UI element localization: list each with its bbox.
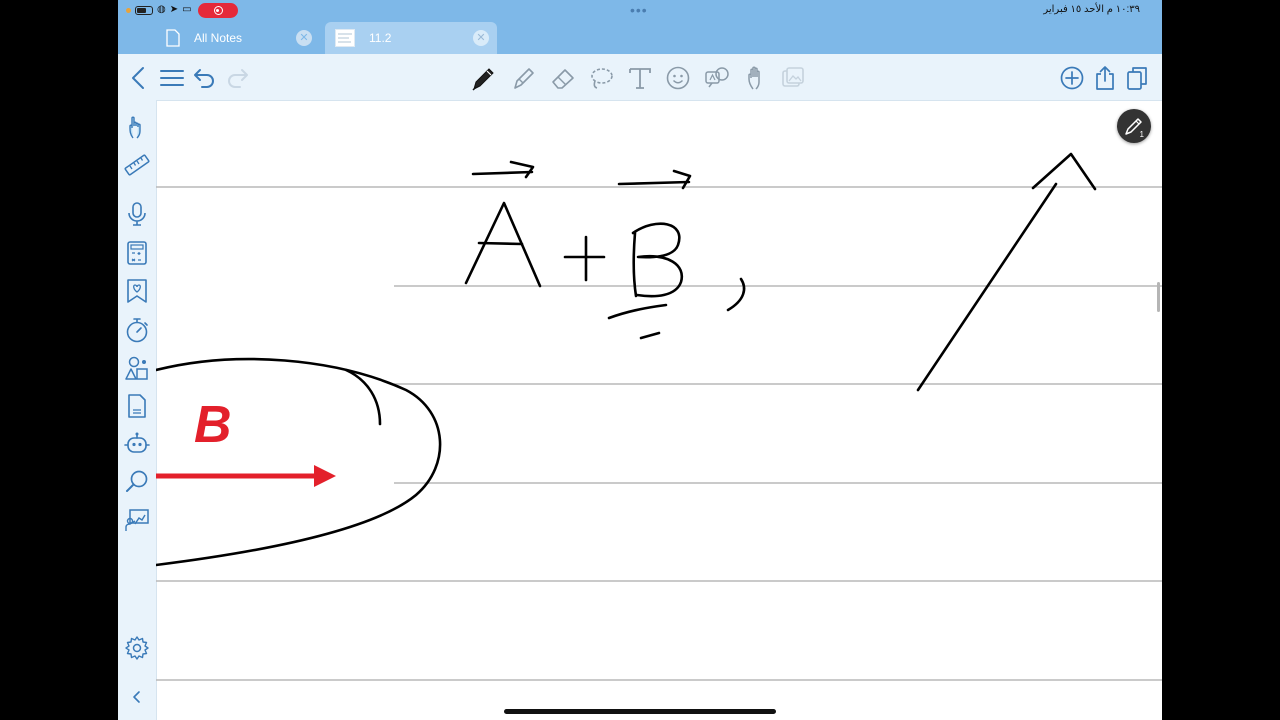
tab-all-notes[interactable]: All Notes ✕ [158, 22, 320, 54]
lasso-icon[interactable] [588, 65, 614, 91]
pen-badge-count: 1 [1139, 130, 1144, 139]
toolbar [118, 54, 1162, 101]
record-icon [213, 6, 223, 15]
pointer-hand-icon[interactable] [124, 114, 150, 140]
document-icon[interactable] [124, 393, 150, 419]
settings-icon[interactable] [124, 635, 150, 661]
stroke-a-arrow [471, 170, 534, 176]
red-letter-b: B [194, 396, 232, 454]
status-indicators: ◍ ➤ ▭ [126, 3, 192, 17]
tab-notebook[interactable]: 11.2 ✕ [325, 22, 497, 54]
close-icon[interactable]: ✕ [296, 30, 312, 46]
pages-icon[interactable] [1124, 65, 1150, 91]
highlighter-icon[interactable] [510, 65, 536, 91]
scrollbar[interactable] [1157, 282, 1160, 312]
tab-label: All Notes [194, 31, 243, 45]
search-icon[interactable] [124, 469, 150, 495]
calculator-icon[interactable] [124, 240, 150, 266]
stroke-underline-2 [639, 331, 661, 340]
presentation-icon[interactable] [124, 507, 150, 533]
document-icon [166, 29, 180, 47]
status-dot [126, 7, 131, 13]
stroke-underline [607, 303, 668, 320]
image-icon[interactable] [780, 65, 806, 91]
top-bar: ◍ ➤ ▭ ••• ١٠:٣٩ م الأحد ١٥ فبراير All No… [118, 0, 1162, 54]
redo-icon[interactable] [224, 65, 250, 91]
undo-icon[interactable] [192, 65, 218, 91]
tab-label: 11.2 [369, 31, 392, 45]
wifi-icon: ◍ [157, 4, 166, 15]
translate-icon[interactable] [704, 65, 730, 91]
app-screen: ◍ ➤ ▭ ••• ١٠:٣٩ م الأحد ١٥ فبراير All No… [118, 0, 1162, 720]
multitasking-dots[interactable]: ••• [630, 3, 648, 17]
stroke-big-arrow [916, 182, 1058, 392]
bookmark-icon[interactable] [124, 278, 150, 304]
collapse-icon[interactable] [124, 684, 150, 710]
stroke-comma [726, 277, 746, 312]
sticker-icon[interactable] [665, 65, 691, 91]
pen-tool-badge[interactable]: 1 [1117, 109, 1151, 143]
ruled-lines [156, 186, 1162, 681]
back-icon[interactable] [126, 65, 152, 91]
status-clock: ١٠:٣٩ م الأحد ١٥ فبراير [1043, 4, 1140, 15]
ruler-icon[interactable] [124, 152, 150, 178]
recording-indicator[interactable] [198, 3, 238, 18]
ink-strokes [156, 152, 1097, 567]
stroke-b-arrow [617, 180, 691, 186]
notebook-thumbnail-icon [335, 29, 355, 47]
stroke-a-arrowhead [509, 160, 535, 179]
home-indicator[interactable] [504, 709, 776, 714]
stroke-b-arrowhead [672, 169, 692, 190]
stroke-letter-b-stem [632, 231, 638, 298]
location-icon: ➤ [169, 4, 179, 15]
hand-icon[interactable] [744, 65, 770, 91]
add-page-icon[interactable] [1059, 65, 1085, 91]
timer-icon[interactable] [124, 317, 150, 343]
menu-icon[interactable] [159, 65, 185, 91]
share-icon[interactable] [1092, 65, 1118, 91]
stroke-big-arrowhead [1031, 152, 1097, 191]
shapes-icon[interactable] [124, 355, 150, 381]
text-icon[interactable] [627, 65, 653, 91]
stroke-a-crossbar [477, 241, 524, 246]
ai-assistant-icon[interactable] [124, 431, 150, 457]
left-sidebar [118, 100, 157, 720]
screen-record-icon: ▭ [182, 4, 192, 15]
close-icon[interactable]: ✕ [473, 30, 489, 46]
note-canvas[interactable]: B [156, 100, 1162, 720]
battery-icon [135, 5, 153, 15]
red-vector-b[interactable]: B [156, 396, 336, 487]
pen-icon[interactable] [470, 65, 496, 91]
red-arrowhead [314, 465, 336, 487]
stroke-ellipse [156, 357, 442, 567]
eraser-icon[interactable] [550, 65, 576, 91]
microphone-icon[interactable] [124, 201, 150, 227]
handwriting-layer: B [156, 152, 1162, 681]
